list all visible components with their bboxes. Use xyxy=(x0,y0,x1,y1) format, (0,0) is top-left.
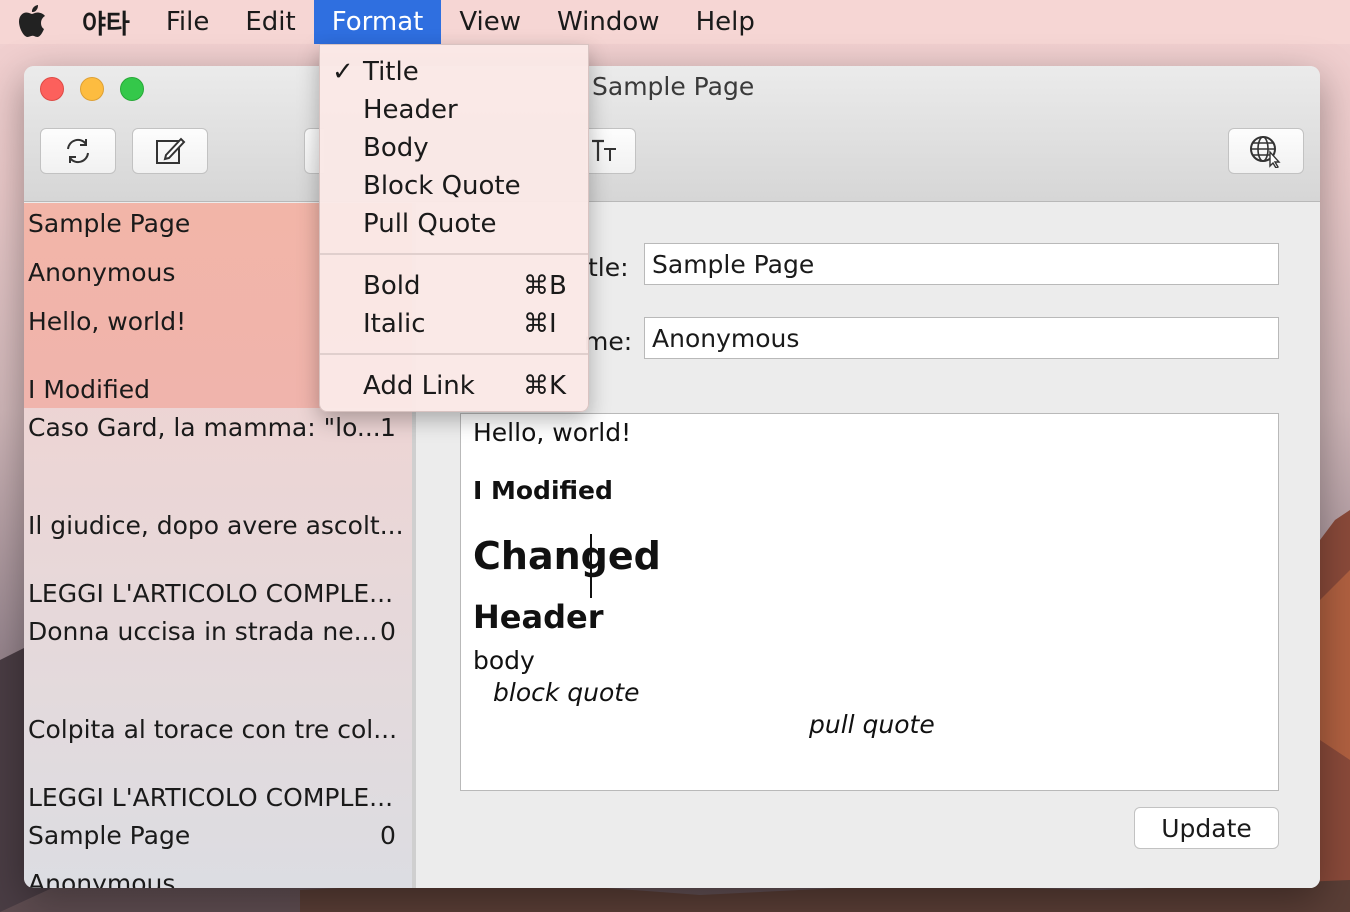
text-cursor xyxy=(590,534,592,598)
editor-bold-line: I Modified xyxy=(473,476,613,505)
window-title: Sample Page xyxy=(592,72,755,101)
format-menu-item-bold[interactable]: Bold ⌘B xyxy=(320,267,588,305)
format-menu-item-title[interactable]: ✓ Title xyxy=(320,53,588,91)
minimize-button[interactable] xyxy=(80,77,104,101)
menu-format[interactable]: Format xyxy=(313,0,442,44)
format-menu-dropdown: ✓ Title Header Body Block Quote Pull Quo… xyxy=(319,44,589,412)
refresh-icon xyxy=(67,138,89,164)
list-item[interactable]: Donna uccisa in strada ne... xyxy=(28,617,377,646)
format-menu-item-italic[interactable]: Italic ⌘I xyxy=(320,305,588,343)
editor-block-quote: block quote xyxy=(493,678,640,707)
checkmark-icon: ✓ xyxy=(332,57,354,87)
text-size-icon xyxy=(592,139,616,161)
menu-view[interactable]: View xyxy=(441,0,539,44)
update-button[interactable]: Update xyxy=(1134,807,1279,849)
format-menu-item-header[interactable]: Header xyxy=(320,91,588,129)
selected-item-author: Anonymous xyxy=(28,258,176,287)
list-item[interactable]: Anonymous xyxy=(28,869,175,888)
list-item[interactable]: Il giudice, dopo avere ascolt... xyxy=(28,511,404,540)
format-menu-item-body[interactable]: Body xyxy=(320,129,588,167)
format-menu-item-block-quote[interactable]: Block Quote xyxy=(320,167,588,205)
globe-cursor-icon xyxy=(1250,136,1281,168)
refresh-button[interactable] xyxy=(40,128,116,174)
editor-pull-quote: pull quote xyxy=(809,710,935,739)
format-menu-item-pull-quote[interactable]: Pull Quote xyxy=(320,205,588,243)
format-menu-item-add-link[interactable]: Add Link ⌘K xyxy=(320,367,588,405)
menu-bar: 야타 File Edit Format View Window Help xyxy=(0,0,1350,44)
editor-header-line: Header xyxy=(473,598,604,636)
compose-icon xyxy=(156,137,186,164)
selected-item-title: Sample Page xyxy=(28,209,191,238)
apple-logo-icon[interactable] xyxy=(0,0,64,44)
menu-file[interactable]: File xyxy=(148,0,228,44)
shortcut-label: ⌘K xyxy=(523,371,567,401)
editor-title-line: Changed xyxy=(473,534,661,578)
shortcut-label: ⌘I xyxy=(523,309,557,339)
name-field[interactable] xyxy=(644,317,1279,359)
title-field[interactable] xyxy=(644,243,1279,285)
menu-app-name[interactable]: 야타 xyxy=(64,0,148,44)
editor-body-line: Hello, world! xyxy=(473,418,632,447)
list-item-count: 0 xyxy=(380,821,396,850)
title-field-label: tle: xyxy=(588,253,629,282)
list-item[interactable]: LEGGI L'ARTICOLO COMPLE... xyxy=(28,783,393,812)
name-field-label: me: xyxy=(584,327,633,356)
selected-item-preview: Hello, world! xyxy=(28,307,187,336)
selected-item-preview-2: I Modified xyxy=(28,375,150,404)
globe-button[interactable] xyxy=(1228,128,1304,174)
list-item[interactable]: Caso Gard, la mamma: "lo... xyxy=(28,413,381,442)
list-item[interactable]: Colpita al torace con tre col... xyxy=(28,715,397,744)
list-item-count: 0 xyxy=(380,617,396,646)
menu-help[interactable]: Help xyxy=(678,0,773,44)
menu-edit[interactable]: Edit xyxy=(227,0,313,44)
list-item[interactable]: LEGGI L'ARTICOLO COMPLE... xyxy=(28,579,393,608)
text-size-button[interactable] xyxy=(586,128,636,174)
title-bar: Sample Page xyxy=(24,66,1320,202)
compose-button[interactable] xyxy=(132,128,208,174)
app-window: Sample Page Sample Page Anonymous Hello,… xyxy=(24,66,1320,888)
close-button[interactable] xyxy=(40,77,64,101)
menu-separator xyxy=(320,353,588,355)
editor-body-line-2: body xyxy=(473,646,535,675)
menu-separator xyxy=(320,253,588,255)
rich-text-editor[interactable]: Hello, world! I Modified Changed Header … xyxy=(460,413,1279,791)
list-item[interactable]: Sample Page xyxy=(28,821,190,850)
zoom-button[interactable] xyxy=(120,77,144,101)
list-item-count: 1 xyxy=(380,413,396,442)
menu-window[interactable]: Window xyxy=(539,0,678,44)
shortcut-label: ⌘B xyxy=(523,271,567,301)
